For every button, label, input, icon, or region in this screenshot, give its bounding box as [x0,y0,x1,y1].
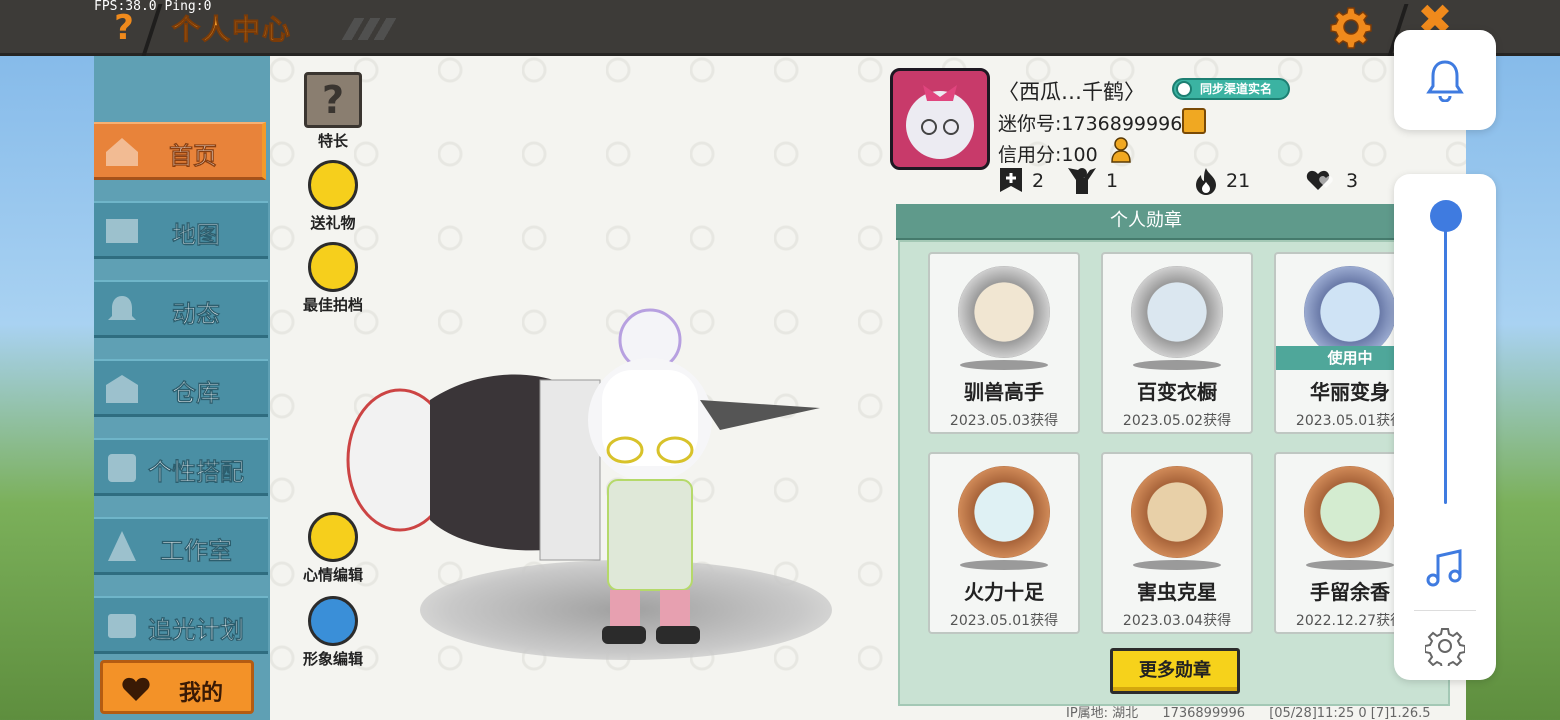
sidebar-item-label: 个性搭配 [148,458,245,487]
character-avatar[interactable] [340,290,830,660]
medal-wardrobe-icon [1131,266,1223,358]
user-icon [1176,81,1192,97]
volume-slider-handle[interactable] [1430,200,1462,232]
mine-label: 我的 [179,681,224,706]
page-title: 个人中心 [171,13,293,47]
credit-user-icon[interactable] [1110,136,1136,164]
music-note-icon[interactable] [1426,548,1464,588]
send-gift-label: 送礼物 [310,214,356,232]
specialty-button[interactable]: ? 特长 [298,72,368,151]
medal-pest-icon [1131,466,1223,558]
sidebar-item-studio[interactable]: 工作室 [94,517,268,575]
decorative-stripe [341,18,401,40]
medal-firepower-icon [958,466,1050,558]
footer-timestamp: [05/28]11:25 0 [7]1.26.5 [1269,706,1431,720]
fps-readout: FPS:38.0 Ping:0 [94,0,212,14]
credit-score: 信用分:100 [998,144,1098,166]
heart-icon [122,677,150,701]
follow-stat[interactable]: 2 [998,166,1048,196]
avatar-portrait [893,71,987,167]
mine-button[interactable]: 我的 [100,660,254,714]
sidebar-item-warehouse[interactable]: 仓库 [94,359,268,417]
flame-icon [1196,168,1216,195]
medal-card[interactable]: 百变衣橱 2023.05.02获得 [1101,252,1253,434]
heat-stat[interactable]: 21 [1194,166,1254,196]
medal-card[interactable]: 火力十足 2023.05.01获得 [928,452,1080,634]
sidebar-item-label: 首页 [169,142,218,171]
volume-slider-track[interactable] [1444,214,1447,504]
medal-transform-icon [1304,266,1396,358]
send-gift-button[interactable]: 送礼物 [298,160,368,233]
medal-card[interactable]: 害虫克星 2023.03.04获得 [1101,452,1253,634]
medal-fragrance-icon [1304,466,1396,558]
more-medals-button[interactable]: 更多勋章 [1110,648,1240,694]
nickname: 〈西瓜…千鹤〉 [998,80,1145,104]
cheering-person-icon [1068,168,1096,194]
handshake-icon [308,242,358,292]
medal-grid: 驯兽高手 2023.05.03获得 百变衣橱 2023.05.02获得 使用中 … [898,240,1450,706]
sidebar-item-home[interactable]: 首页 [94,122,266,180]
mini-id: 迷你号:1736899996 [998,113,1183,135]
medal-card[interactable]: 驯兽高手 2023.05.03获得 [928,252,1080,434]
sidebar-item-light-plan[interactable]: 追光计划 [94,596,268,654]
ip-location: IP属地: 湖北 [1066,706,1139,720]
sidebar: 首页 地图 动态 仓库 个性搭配 工作室 追光计划 [94,56,270,720]
sidebar-item-label: 地图 [172,221,221,250]
gift-icon [308,160,358,210]
bookmark-plus-icon [1000,168,1022,192]
copy-icon[interactable] [1182,108,1206,134]
sidebar-item-label: 动态 [172,300,221,329]
gear-icon [1330,7,1372,49]
sync-badge-label: 同步渠道实名 [1200,82,1273,96]
top-bar: ? 个人中心 ✖ [0,0,1560,56]
sidebar-item-map[interactable]: 地图 [94,201,268,259]
settings-button[interactable] [1328,4,1374,50]
sidebar-item-feed[interactable]: 动态 [94,280,268,338]
sidebar-item-label: 仓库 [172,379,221,408]
sync-realname-badge[interactable]: 同步渠道实名 [1172,78,1290,100]
question-box-icon: ? [304,72,362,128]
medal-section-header: 个人勋章 [896,204,1396,240]
notification-panel[interactable] [1394,30,1496,130]
sidebar-item-outfit[interactable]: 个性搭配 [94,438,268,496]
likes-stat[interactable]: 3 [1306,166,1366,196]
footer-info: IP属地: 湖北 1736899996 [05/28]11:25 0 [7]1.… [1066,702,1451,720]
footer-uid: 1736899996 [1162,706,1246,720]
sidebar-item-label: 追光计划 [148,616,245,645]
double-heart-icon [1306,170,1333,190]
volume-panel [1394,174,1496,680]
specialty-label: 特长 [317,132,348,150]
bell-icon [1426,60,1464,102]
sidebar-item-label: 工作室 [160,537,233,566]
fans-stat[interactable]: 1 [1066,166,1118,196]
gear-icon[interactable] [1425,626,1465,666]
medal-tamer-icon [958,266,1050,358]
avatar[interactable] [890,68,990,170]
